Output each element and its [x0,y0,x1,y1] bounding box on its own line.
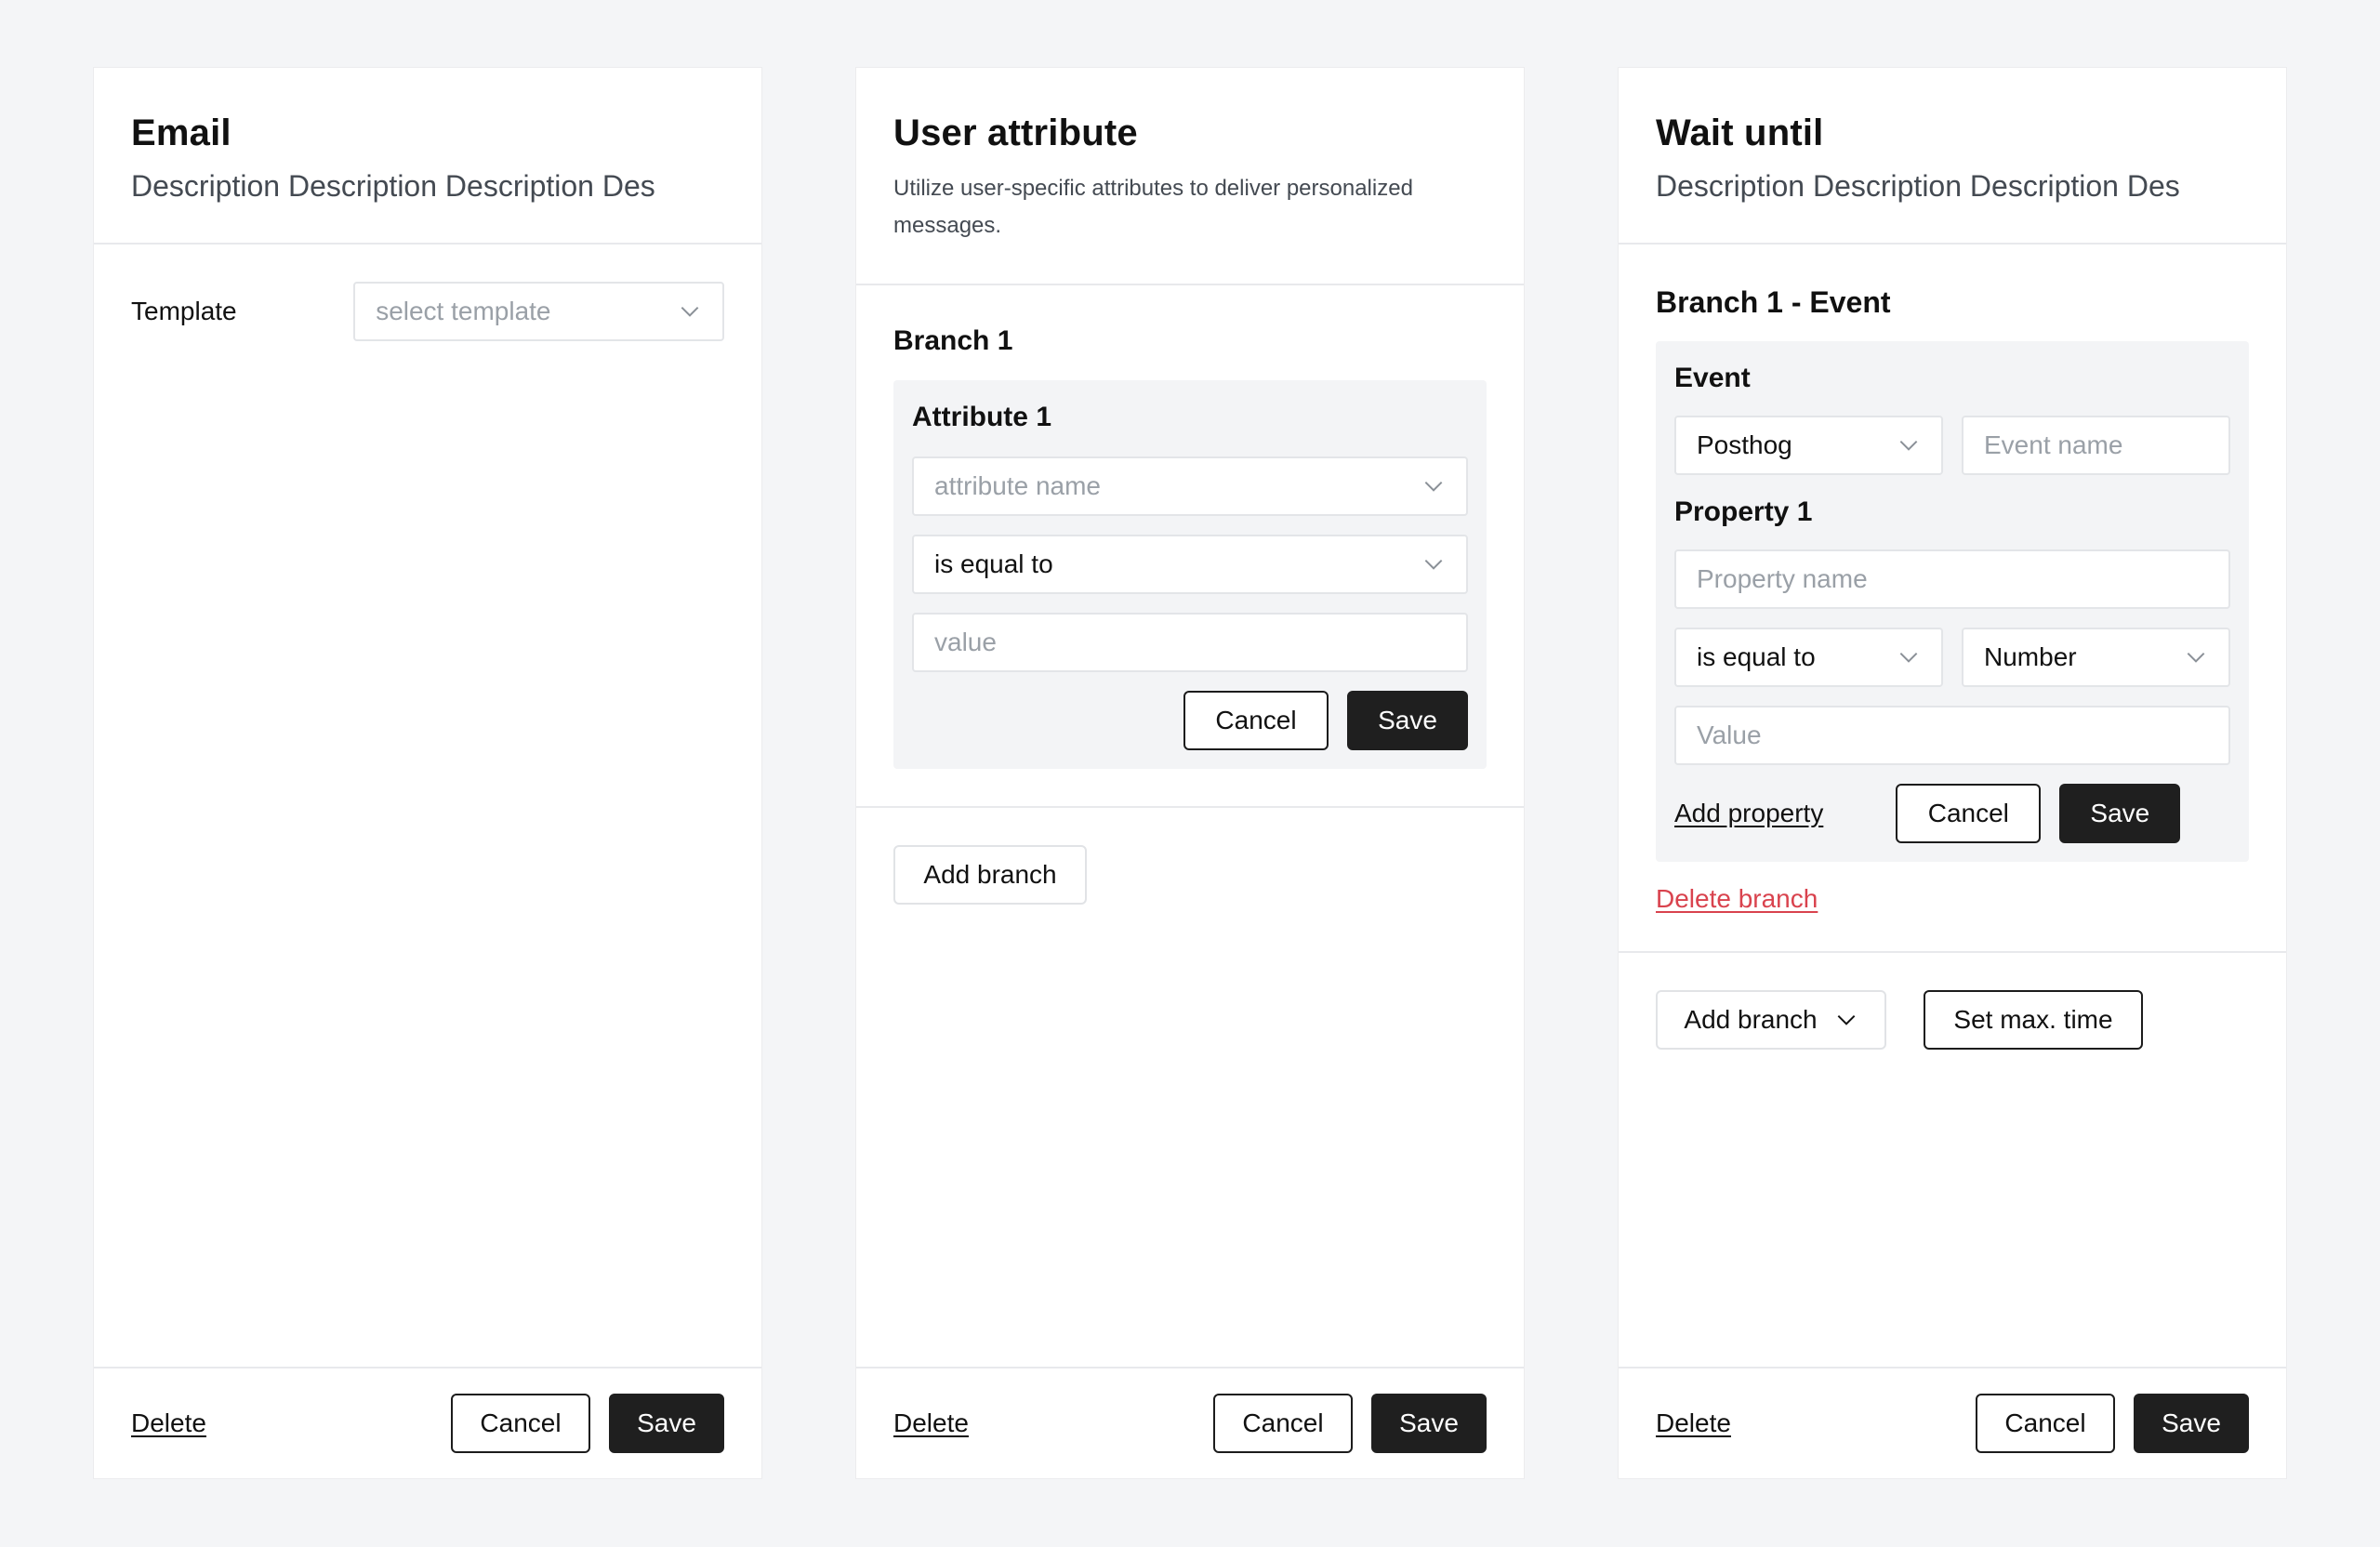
template-select[interactable]: select template [353,282,724,341]
panel-title: User attribute [893,112,1138,153]
operator-value: is equal to [1697,642,1816,671]
value-type-select[interactable]: Number [1962,628,2230,687]
cancel-button[interactable]: Cancel [1896,784,2042,843]
value-placeholder: value [934,628,997,656]
chevron-down-icon [2184,645,2208,669]
chevron-down-icon [1897,645,1921,669]
attribute-name-select[interactable]: attribute name [912,456,1468,516]
property-title: Property 1 [1674,496,1813,527]
save-button[interactable]: Save [1371,1394,1487,1453]
cancel-button[interactable]: Cancel [1213,1394,1353,1453]
save-button[interactable]: Save [609,1394,724,1453]
user-attribute-panel-header: User attribute Utilize user-specific att… [856,68,1524,285]
attribute-title: Attribute 1 [912,402,1051,432]
chevron-down-icon [1421,552,1446,576]
delete-branch-row: Delete branch [1656,884,2249,914]
email-panel: Email Description Description Descriptio… [93,67,762,1479]
panel-description: Utilize user-specific attributes to deli… [893,176,1413,238]
template-select-placeholder: select template [376,297,551,325]
cancel-button[interactable]: Cancel [1183,691,1329,750]
add-branch-label: Add branch [1684,1005,1818,1034]
value-placeholder: Value [1697,721,1762,749]
attribute-group: Attribute 1 attribute name is equal to v… [893,380,1487,769]
operator-select[interactable]: is equal to [1674,628,1943,687]
event-source-select[interactable]: Posthog [1674,416,1943,475]
cancel-button[interactable]: Cancel [451,1394,590,1453]
user-attribute-panel-footer: Delete Cancel Save [856,1367,1524,1478]
chevron-down-icon [678,299,702,324]
operator-value: is equal to [934,549,1053,578]
value-type-value: Number [1984,642,2077,671]
wait-until-panel-header: Wait until Description Description Descr… [1619,68,2286,245]
template-label: Template [131,297,237,325]
property-name-input[interactable]: Property name [1674,549,2230,609]
branch-actions-section: Add branch Set max. time [1619,951,2286,1087]
add-branch-button[interactable]: Add branch [893,845,1087,905]
branch-title: Branch 1 - Event [1656,285,1891,319]
value-input[interactable]: Value [1674,706,2230,765]
delete-link[interactable]: Delete [893,1408,969,1438]
event-group: Event Posthog Event name Property 1 Prop… [1656,341,2249,862]
panel-description: Description Description Description Des [131,169,655,203]
operator-select[interactable]: is equal to [912,535,1468,594]
add-property-link[interactable]: Add property [1674,799,1823,828]
branch-section: Branch 1 - Event Event Posthog Event nam… [1619,245,2286,951]
panel-description: Description Description Description Des [1656,169,2180,203]
chevron-down-icon [1834,1008,1858,1032]
add-branch-section: Add branch [856,806,1524,942]
property-actions: Add property Cancel Save [1674,784,2230,843]
template-row: Template select template [94,245,761,341]
delete-branch-link[interactable]: Delete branch [1656,884,1818,913]
chevron-down-icon [1897,433,1921,457]
attribute-name-placeholder: attribute name [934,471,1101,500]
save-button[interactable]: Save [1347,691,1468,750]
save-button[interactable]: Save [2134,1394,2249,1453]
event-source-value: Posthog [1697,430,1792,459]
attribute-actions: Cancel Save [912,691,1468,750]
branch-section: Branch 1 Attribute 1 attribute name is e… [856,285,1524,806]
add-branch-dropdown[interactable]: Add branch [1656,990,1886,1050]
event-label: Event [1674,363,1751,393]
save-button[interactable]: Save [2059,784,2181,843]
panel-title: Email [131,112,231,153]
wait-until-panel: Wait until Description Description Descr… [1618,67,2287,1479]
delete-link[interactable]: Delete [1656,1408,1731,1438]
wait-until-panel-footer: Delete Cancel Save [1619,1367,2286,1478]
set-max-time-button[interactable]: Set max. time [1924,990,2143,1050]
chevron-down-icon [1421,474,1446,498]
value-input[interactable]: value [912,613,1468,672]
delete-link[interactable]: Delete [131,1408,206,1438]
email-panel-footer: Delete Cancel Save [94,1367,761,1478]
user-attribute-panel: User attribute Utilize user-specific att… [855,67,1525,1479]
property-condition-row: is equal to Number [1674,628,2230,687]
cancel-button[interactable]: Cancel [1976,1394,2115,1453]
canvas: Email Description Description Descriptio… [0,0,2380,1547]
property-name-placeholder: Property name [1697,564,1868,593]
event-name-placeholder: Event name [1984,430,2123,459]
event-row: Posthog Event name [1674,416,2230,475]
branch-title: Branch 1 [893,325,1013,356]
event-name-input[interactable]: Event name [1962,416,2230,475]
panel-title: Wait until [1656,112,1824,153]
email-panel-header: Email Description Description Descriptio… [94,68,761,245]
